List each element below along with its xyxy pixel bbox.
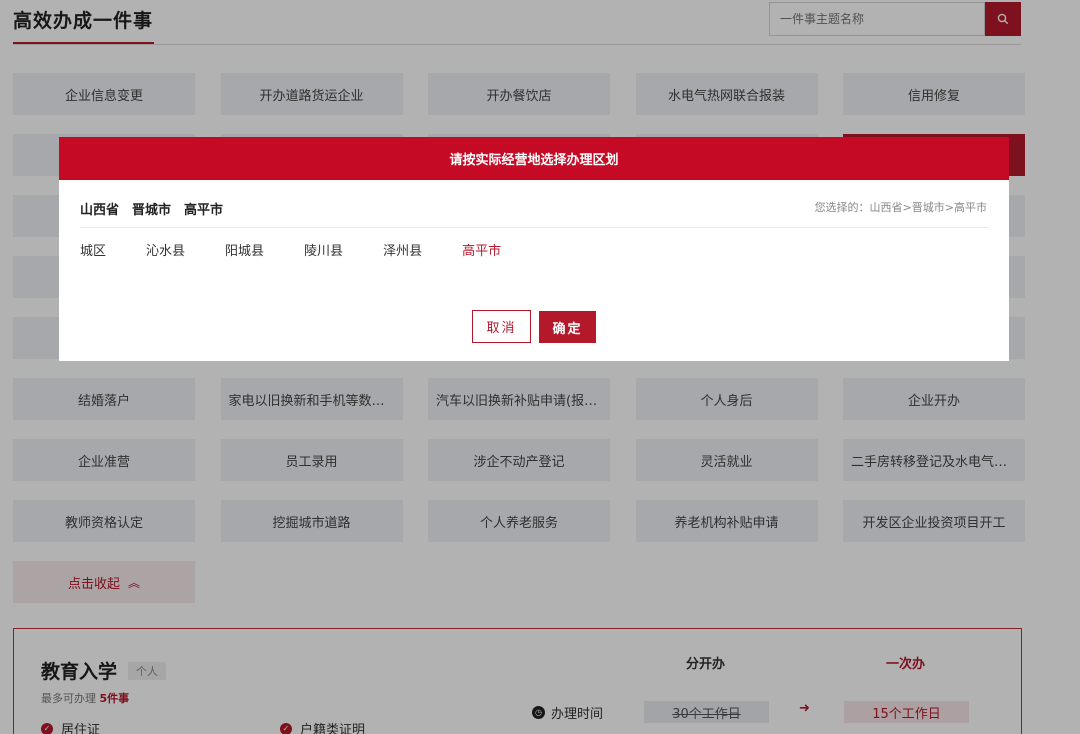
region-path: 山西省 晋城市 高平市: [80, 199, 236, 218]
modal-overlay[interactable]: [0, 0, 1080, 734]
district-yangcheng[interactable]: 阳城县: [225, 240, 264, 259]
path-province[interactable]: 山西省: [80, 199, 119, 218]
district-zezhou[interactable]: 泽州县: [383, 240, 422, 259]
district-chengqu[interactable]: 城区: [80, 240, 106, 259]
path-city[interactable]: 晋城市: [132, 199, 171, 218]
region-select-dialog: 请按实际经营地选择办理区划 山西省 晋城市 高平市 您选择的：山西省>晋城市>高…: [59, 137, 1009, 361]
district-lingchuan[interactable]: 陵川县: [304, 240, 343, 259]
dialog-divider: [80, 227, 988, 228]
district-qinshui[interactable]: 沁水县: [146, 240, 185, 259]
selected-region-text: 您选择的：山西省>晋城市>高平市: [814, 201, 987, 214]
district-list: 城区 沁水县 阳城县 陵川县 泽州县 高平市: [80, 240, 541, 259]
confirm-button[interactable]: 确定: [539, 311, 596, 343]
dialog-title: 请按实际经营地选择办理区划: [59, 137, 1009, 180]
district-gaoping[interactable]: 高平市: [462, 240, 501, 259]
path-county[interactable]: 高平市: [184, 199, 223, 218]
cancel-button[interactable]: 取消: [472, 310, 531, 343]
